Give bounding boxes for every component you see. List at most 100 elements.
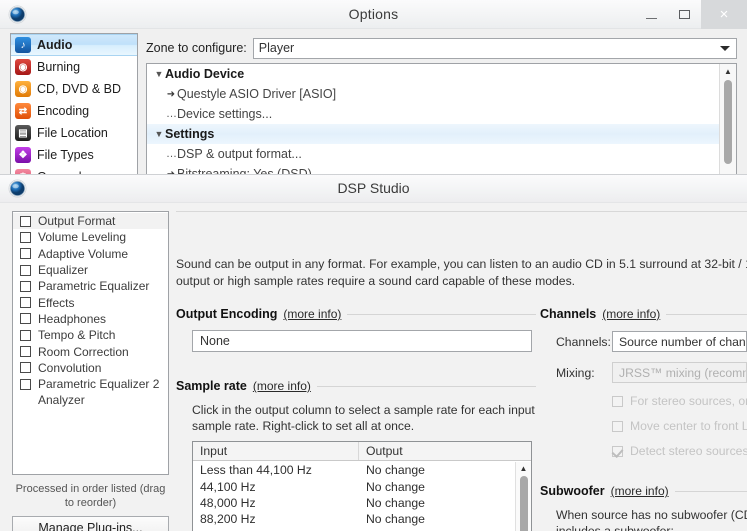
cell-output[interactable]: No change xyxy=(359,496,515,510)
checkbox[interactable] xyxy=(20,346,31,358)
collapse-triangle-icon[interactable]: ▼ xyxy=(153,69,165,79)
sidebar-item-audio[interactable]: ♪ Audio xyxy=(11,34,137,56)
detect-stereo-checkbox-row[interactable]: Detect stereo sources in s xyxy=(612,444,747,458)
dsp-item-effects[interactable]: Effects xyxy=(13,294,168,310)
scroll-up-icon[interactable]: ▲ xyxy=(720,64,736,78)
dsp-item-label: Convolution xyxy=(38,360,102,375)
mixing-select[interactable]: JRSS™ mixing (recommende xyxy=(612,362,747,383)
dsp-item-room-correction[interactable]: Room Correction xyxy=(13,343,168,359)
dsp-item-tempo-pitch[interactable]: Tempo & Pitch xyxy=(13,327,168,343)
cell-input: 48,000 Hz xyxy=(200,495,256,510)
tree-group-audio-device[interactable]: ▼ Audio Device xyxy=(147,64,719,84)
subwoofer-header: Subwoofer (more info) xyxy=(540,484,747,498)
section-rule xyxy=(347,314,536,315)
channels-label: Channels: xyxy=(556,334,611,349)
output-encoding-select[interactable]: None xyxy=(192,330,532,352)
scrollbar-thumb[interactable] xyxy=(724,80,732,164)
tree-item-driver[interactable]: ➜ Questyle ASIO Driver [ASIO] xyxy=(147,84,719,104)
tree-row-label: Device settings... xyxy=(177,107,273,121)
audio-settings-tree[interactable]: ▼ Audio Device ➜ Questyle ASIO Driver [A… xyxy=(146,63,737,179)
tree-group-settings[interactable]: ▼ Settings xyxy=(147,124,719,144)
options-window-controls: × xyxy=(635,0,747,29)
sidebar-item-encoding[interactable]: ⇄ Encoding xyxy=(11,100,137,122)
zone-select[interactable]: Player xyxy=(252,37,737,59)
music-note-icon: ♪ xyxy=(15,37,31,53)
dsp-item-label: Tempo & Pitch xyxy=(38,328,116,343)
column-header-output: Output xyxy=(366,444,403,458)
table-row[interactable]: 44,100 Hz No change xyxy=(193,478,515,494)
sidebar-item-label: File Location xyxy=(37,126,108,140)
cell-output[interactable]: No change xyxy=(359,480,515,494)
dsp-item-label: Equalizer xyxy=(38,263,89,278)
dsp-item-adaptive-volume[interactable]: Adaptive Volume xyxy=(13,246,168,262)
encoding-icon: ⇄ xyxy=(15,103,31,119)
maximize-button[interactable] xyxy=(668,0,701,29)
move-center-checkbox-row[interactable]: Move center to front L/R xyxy=(612,419,747,433)
tree-item-device-settings[interactable]: … Device settings... xyxy=(147,104,719,124)
cell-output[interactable]: No change xyxy=(359,463,515,477)
collapse-triangle-icon[interactable]: ▼ xyxy=(153,129,165,139)
minimize-icon xyxy=(646,17,657,19)
output-format-description: Sound can be output in any format. For e… xyxy=(176,256,747,290)
table-row[interactable]: 88,200 Hz No change xyxy=(193,511,515,527)
minimize-button[interactable] xyxy=(635,0,668,29)
table-row[interactable]: 48,000 Hz No change xyxy=(193,495,515,511)
checkbox[interactable] xyxy=(20,313,31,325)
dsp-plugin-list[interactable]: Output Format Volume Leveling Adaptive V… xyxy=(12,211,169,475)
mixing-label: Mixing: xyxy=(556,365,595,380)
sample-rate-table[interactable]: Input Output Less than 44,100 Hz No chan… xyxy=(192,441,532,531)
table-row[interactable]: 96,000 Hz No change xyxy=(193,528,515,531)
dsp-item-label: Output Format xyxy=(38,214,116,229)
stereo-sources-checkbox-row[interactable]: For stereo sources, only m xyxy=(612,394,747,408)
close-button[interactable]: × xyxy=(701,0,747,29)
scrollbar-thumb[interactable] xyxy=(520,476,528,531)
more-info-link[interactable]: (more info) xyxy=(283,307,341,321)
table-row[interactable]: Less than 44,100 Hz No change xyxy=(193,462,515,478)
checkbox[interactable] xyxy=(20,362,31,374)
dsp-item-output-format[interactable]: Output Format xyxy=(13,213,168,230)
dsp-item-label: Adaptive Volume xyxy=(38,246,129,261)
subwoofer-note: When source has no subwoofer (CD aud inc… xyxy=(556,507,747,531)
scroll-up-icon[interactable]: ▲ xyxy=(516,462,531,475)
sample-rate-header: Sample rate (more info) xyxy=(176,379,536,393)
checkbox[interactable] xyxy=(20,280,31,292)
checkbox[interactable] xyxy=(612,420,623,432)
section-rule xyxy=(674,491,747,492)
channels-select[interactable]: Source number of channels xyxy=(612,331,747,352)
ellipsis-icon: … xyxy=(166,148,177,160)
dsp-item-headphones[interactable]: Headphones xyxy=(13,311,168,327)
zone-value: Player xyxy=(258,41,295,55)
tree-scrollbar[interactable]: ▲ xyxy=(719,64,736,178)
checkbox[interactable] xyxy=(20,248,31,260)
dsp-item-volume-leveling[interactable]: Volume Leveling xyxy=(13,229,168,245)
checkbox[interactable] xyxy=(20,215,31,227)
cell-input: 44,100 Hz xyxy=(200,479,256,494)
more-info-link[interactable]: (more info) xyxy=(602,307,660,321)
description-line-1: Sound can be output in any format. For e… xyxy=(176,257,747,271)
dsp-item-parametric-equalizer[interactable]: Parametric Equalizer xyxy=(13,278,168,294)
dsp-item-analyzer[interactable]: Analyzer xyxy=(13,392,168,408)
dsp-item-equalizer[interactable]: Equalizer xyxy=(13,262,168,278)
checkbox[interactable] xyxy=(20,297,31,309)
sidebar-item-file-types[interactable]: ❖ File Types xyxy=(11,144,137,166)
checkbox[interactable] xyxy=(20,378,31,390)
checkbox[interactable] xyxy=(612,395,623,407)
checkbox[interactable] xyxy=(20,264,31,276)
tree-item-dsp-output-format[interactable]: … DSP & output format... xyxy=(147,144,719,164)
checkbox[interactable] xyxy=(20,231,31,243)
more-info-link[interactable]: (more info) xyxy=(253,379,311,393)
cell-output[interactable]: No change xyxy=(359,512,515,526)
checkbox[interactable] xyxy=(612,445,623,457)
dsp-main-panel: Sound can be output in any format. For e… xyxy=(176,211,747,531)
sidebar-item-file-location[interactable]: ▤ File Location xyxy=(11,122,137,144)
sample-rate-scrollbar[interactable]: ▲ xyxy=(515,462,531,531)
more-info-link[interactable]: (more info) xyxy=(611,484,669,498)
dsp-item-parametric-equalizer-2[interactable]: Parametric Equalizer 2 xyxy=(13,376,168,392)
dsp-item-convolution[interactable]: Convolution xyxy=(13,360,168,376)
channels-column: Channels (more info) Channels: Source nu… xyxy=(540,307,747,531)
checkbox[interactable] xyxy=(20,329,31,341)
sidebar-item-cd-dvd-bd[interactable]: ◉ CD, DVD & BD xyxy=(11,78,137,100)
options-category-list[interactable]: ♪ Audio ◉ Burning ◉ CD, DVD & BD ⇄ Encod… xyxy=(10,33,138,185)
sidebar-item-burning[interactable]: ◉ Burning xyxy=(11,56,137,78)
manage-plugins-button[interactable]: Manage Plug-ins... xyxy=(12,516,169,531)
